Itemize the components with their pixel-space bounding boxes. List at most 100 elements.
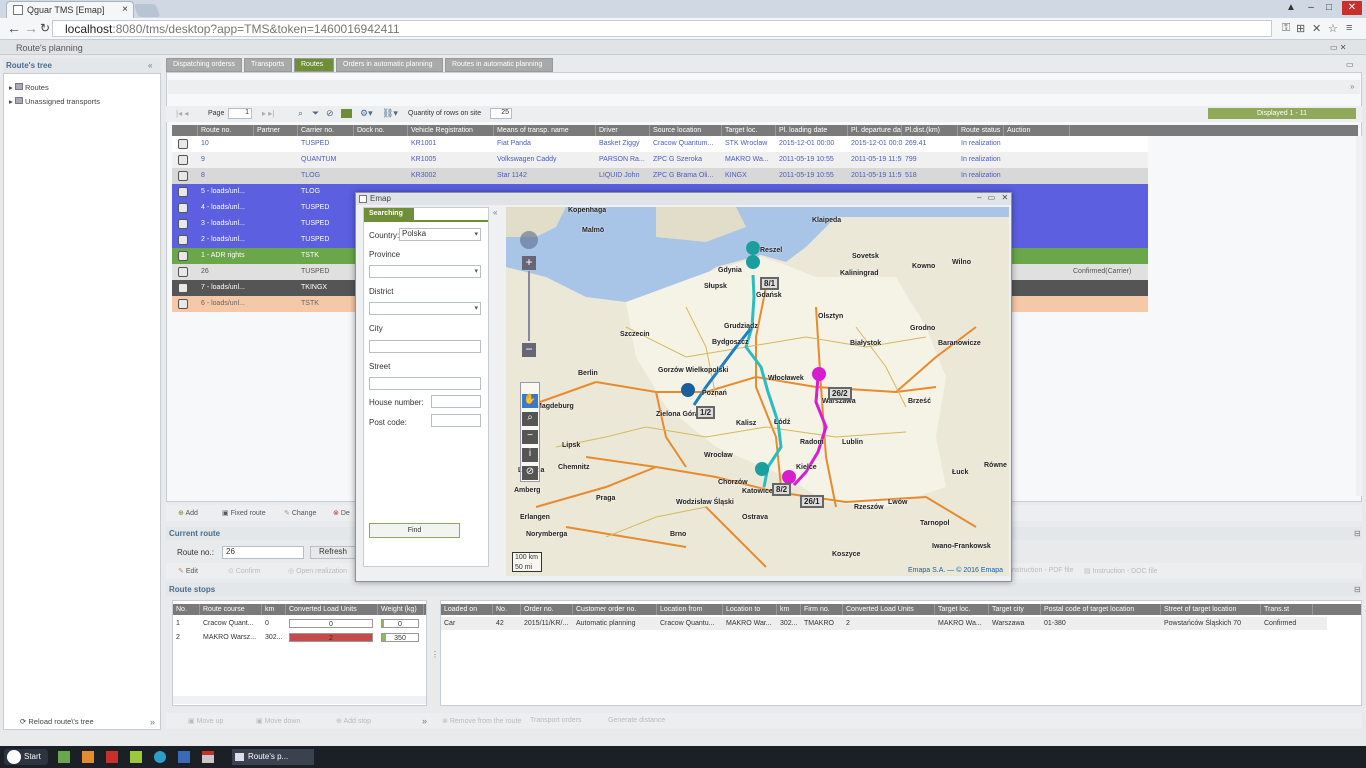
first-page-icon[interactable]: |◂ ◂ (176, 109, 188, 118)
url-field[interactable]: localhost:8080/tms/desktop?app=TMS&token… (52, 20, 1272, 37)
grid-header-cell[interactable]: Route no. (198, 125, 254, 136)
start-button[interactable]: Start (4, 749, 48, 765)
add-stop-button[interactable]: ⊕ Add stop (336, 717, 371, 725)
clear-filter-icon[interactable]: ⊘ (326, 108, 334, 119)
orders-header-cell[interactable]: Converted Load Units (843, 604, 935, 615)
excel-icon[interactable] (341, 109, 352, 118)
post-code-input[interactable] (431, 414, 481, 427)
route-marker-label[interactable]: 26/2 (828, 387, 852, 400)
stops-header-cell[interactable]: Converted Load Units (286, 604, 378, 615)
expand-icon[interactable]: » (150, 717, 155, 727)
menu-icon[interactable]: ≡ (1346, 22, 1352, 34)
star-icon[interactable]: ☆ (1328, 22, 1338, 35)
splitter-icon[interactable]: ⋮ (431, 650, 439, 659)
transport-orders-button[interactable]: Transport orders (530, 717, 581, 724)
measure-icon[interactable]: ⊘ (522, 466, 538, 480)
grid-header-cell[interactable]: Auction (1004, 125, 1070, 136)
taskbar-app-icon[interactable] (178, 751, 190, 763)
move-down-button[interactable]: ▣ Move down (256, 717, 300, 725)
generate-distance-button[interactable]: Generate distance (608, 717, 665, 724)
route-stops-collapse-icon[interactable]: ⊟ (1354, 585, 1361, 594)
route-stops-scrollbar[interactable] (173, 696, 426, 704)
list-item[interactable]: 2 MAKRO Warsz... 302... 2 350 (173, 631, 426, 644)
minimize-window-button[interactable]: – (1304, 1, 1318, 15)
grid-header-cell[interactable]: Source location (650, 125, 722, 136)
zoom-in-button[interactable]: + (522, 256, 536, 270)
row-status-icon[interactable] (178, 219, 188, 229)
grid-header-cell[interactable]: Means of transp. name (494, 125, 596, 136)
forward-icon[interactable]: → (24, 20, 38, 36)
new-tab-button[interactable] (133, 4, 161, 17)
taskbar-app-icon[interactable] (82, 751, 94, 763)
open-realization-button[interactable]: ◎ Open realization (288, 567, 347, 575)
row-status-icon[interactable] (178, 187, 188, 197)
city-input[interactable] (369, 340, 481, 353)
table-row[interactable]: Car 42 2015/11/KR/... Automatic planning Cra… (441, 617, 1327, 630)
panel-maximize-icon[interactable]: ▭ (1346, 60, 1354, 69)
orders-header-cell[interactable]: Postal code of target location (1041, 604, 1161, 615)
street-input[interactable] (369, 377, 481, 390)
route-marker-label[interactable]: 8/2 (772, 483, 792, 496)
reload-tree-button[interactable]: ⟳ Reload route\'s tree (20, 717, 94, 726)
grid-header-cell[interactable]: Dock no. (354, 125, 408, 136)
row-status-icon[interactable] (178, 203, 188, 213)
link-icon[interactable]: ⛓▾ (382, 108, 398, 119)
grid-header-cell[interactable]: Driver (596, 125, 650, 136)
tree-item-unassigned[interactable]: ▸ Unassigned transports (9, 97, 100, 106)
filter-icon[interactable]: ⏷ (312, 108, 319, 119)
change-button[interactable]: ✎ Change (284, 509, 316, 517)
province-select[interactable]: ▾ (369, 265, 481, 278)
hand-tool-icon[interactable]: ✋ (522, 394, 538, 408)
remove-from-route-button[interactable]: ⊗ Remove from the route (442, 717, 521, 725)
orders-header-cell[interactable]: Target loc. (935, 604, 989, 615)
collapse-search-icon[interactable]: « (493, 208, 497, 217)
rows-input[interactable]: 25 (490, 108, 512, 119)
row-status-icon[interactable] (178, 251, 188, 261)
row-status-icon[interactable] (178, 235, 188, 245)
grid-header-cell[interactable]: Pl. departure date (848, 125, 902, 136)
zoom-out-tool-icon[interactable]: − (522, 430, 538, 444)
grid-header-cell[interactable]: Vehicle Registration (408, 125, 494, 136)
grid-header-cell[interactable]: Pl. loading date (776, 125, 848, 136)
instruction-pdf-button[interactable]: nstruction - PDF file (1012, 567, 1073, 574)
tab-orders-automatic[interactable]: Orders in automatic planning (336, 58, 443, 72)
map-pin-icon[interactable] (812, 367, 826, 381)
refresh-button[interactable]: Refresh (310, 546, 356, 559)
back-icon[interactable]: ← (7, 20, 21, 36)
district-select[interactable]: ▾ (369, 302, 481, 315)
row-status-icon[interactable] (178, 283, 188, 293)
route-marker-label[interactable]: 1/2 (696, 406, 716, 419)
grid-header-cell[interactable]: Target loc. (722, 125, 776, 136)
pan-control-icon[interactable] (520, 231, 538, 249)
table-row[interactable]: 10 TUSPED KR1001 Fiat Panda Basket Ziggy Crac… (172, 136, 1148, 152)
fixed-route-button[interactable]: ▣ Fixed route (222, 509, 266, 517)
close-window-button[interactable]: ✕ (1342, 1, 1362, 15)
grid-header-cell[interactable]: Route status (958, 125, 1004, 136)
orders-header-cell[interactable]: Target city (989, 604, 1041, 615)
orders-header-cell[interactable]: Customer order no. (573, 604, 657, 615)
settings-icon[interactable]: ⚙▾ (360, 108, 373, 119)
orders-header-cell[interactable]: Location from (657, 604, 723, 615)
user-icon[interactable]: ▲ (1284, 1, 1298, 15)
browser-tab[interactable]: Qguar TMS [Emap] × (6, 1, 134, 18)
taskbar-app-icon[interactable] (202, 751, 214, 763)
taskbar-app-icon[interactable] (106, 751, 118, 763)
app-window-controls[interactable]: ▭ ✕ (1330, 43, 1346, 52)
instruction-doc-button[interactable]: ▤ Instruction - DOC file (1084, 567, 1158, 575)
map-pin-icon[interactable] (755, 462, 769, 476)
emap-window-controls[interactable]: – ▭ ✕ (977, 193, 1010, 202)
close-tab-icon[interactable]: × (122, 4, 128, 15)
house-number-input[interactable] (431, 395, 481, 408)
add-button[interactable]: ⊕ Add (178, 509, 198, 517)
grid-scrollbar[interactable] (1356, 136, 1362, 496)
zoom-out-button[interactable]: − (522, 343, 536, 357)
orders-header-cell[interactable]: Location to (723, 604, 777, 615)
grid-header-cell[interactable]: Carrier no. (298, 125, 354, 136)
tab-routes-automatic[interactable]: Routes in automatic planning (445, 58, 553, 72)
zoom-box-icon[interactable]: ⌕ (522, 412, 538, 426)
expand-stops-icon[interactable]: » (422, 716, 427, 726)
key-icon[interactable]: ⚿ (1282, 22, 1290, 35)
maximize-window-button[interactable]: □ (1322, 1, 1336, 15)
grid-header-cell[interactable]: Pl.dist.(km) (902, 125, 958, 136)
reload-icon[interactable]: ↻ (40, 21, 50, 35)
